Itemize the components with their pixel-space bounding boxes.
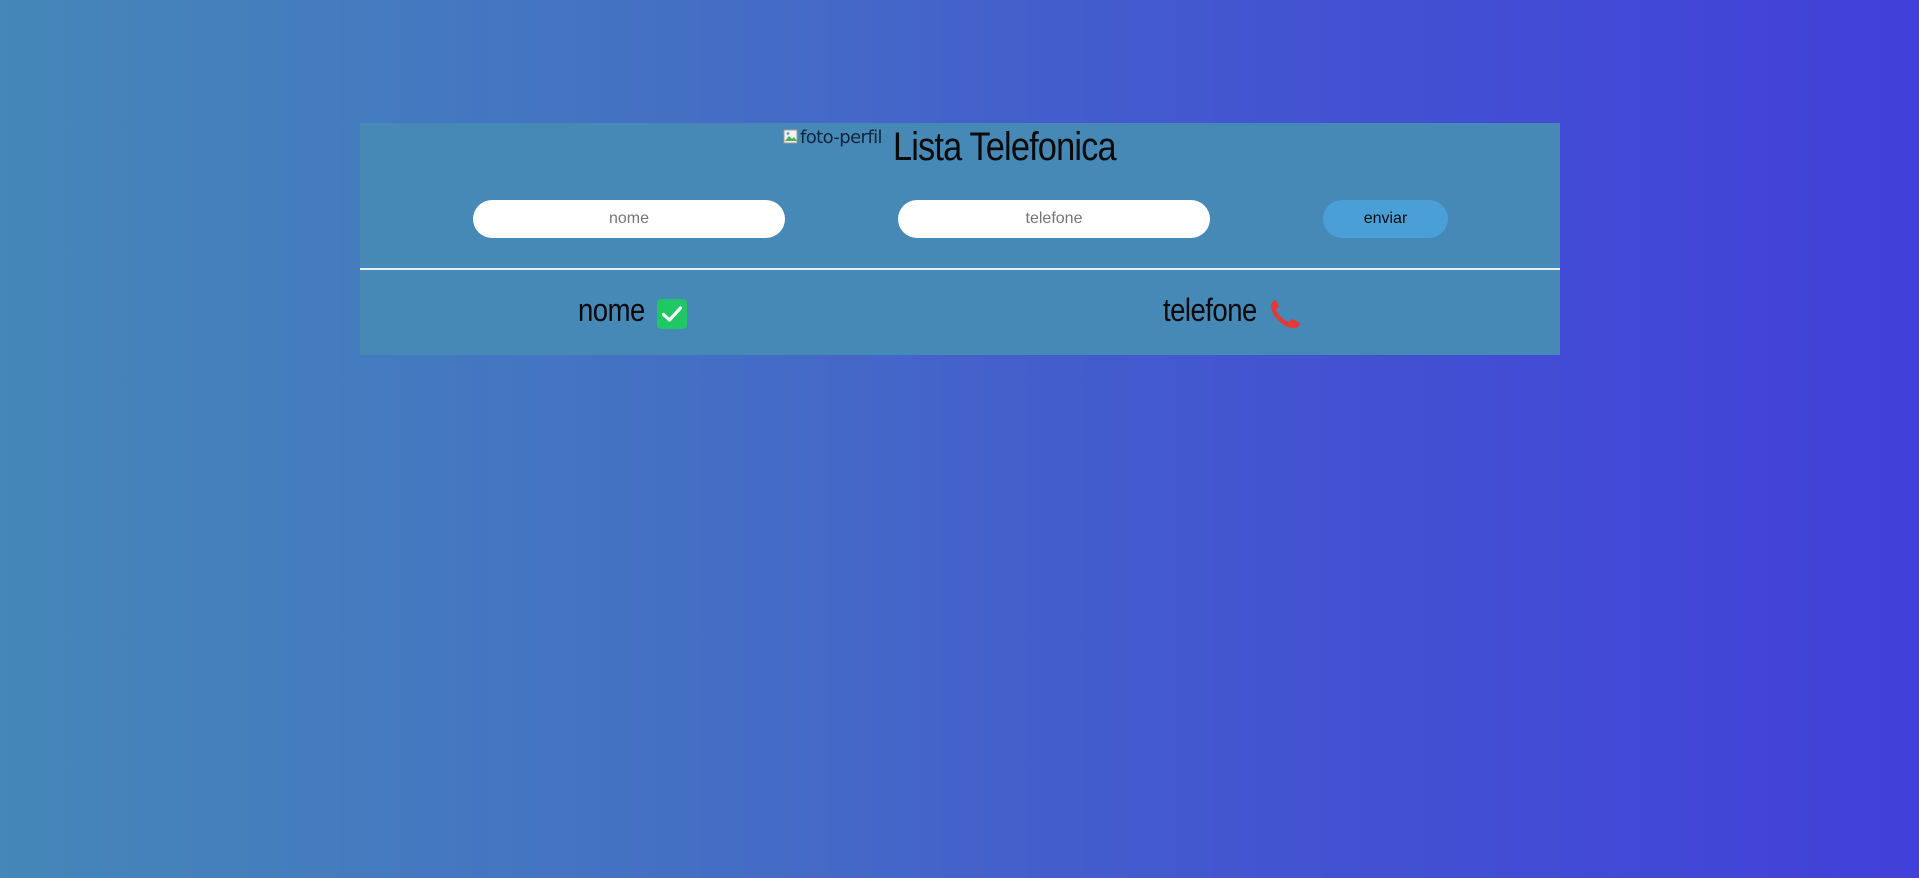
phone-input[interactable] bbox=[898, 200, 1210, 238]
profile-photo: foto-perfil bbox=[783, 125, 882, 149]
phone-icon bbox=[1268, 297, 1302, 331]
column-header-phone: telefone bbox=[1163, 290, 1272, 330]
name-input[interactable] bbox=[473, 200, 785, 238]
divider bbox=[360, 268, 1560, 270]
column-header-name-label: nome bbox=[578, 291, 645, 328]
header: foto-perfil Lista Telefonica bbox=[360, 123, 1560, 173]
page-title: Lista Telefonica bbox=[893, 125, 1117, 169]
send-button[interactable]: enviar bbox=[1323, 200, 1448, 238]
broken-image-icon bbox=[783, 129, 799, 145]
profile-photo-alt-text: foto-perfil bbox=[800, 126, 882, 148]
column-header-phone-label: telefone bbox=[1163, 291, 1257, 328]
column-header-name: nome bbox=[578, 290, 656, 330]
check-icon bbox=[657, 299, 687, 329]
contact-form: enviar bbox=[360, 200, 1560, 238]
phonebook-card: foto-perfil Lista Telefonica enviar nome… bbox=[360, 123, 1560, 355]
